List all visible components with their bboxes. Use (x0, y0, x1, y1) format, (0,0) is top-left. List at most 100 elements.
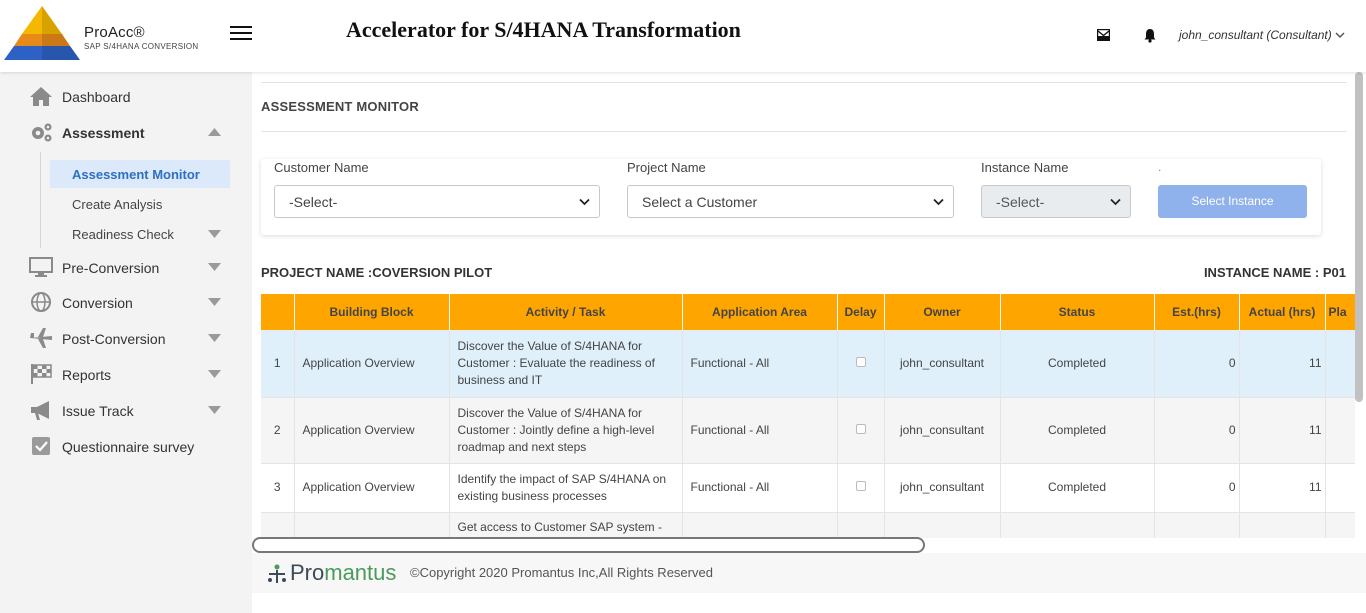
row-index: 3 (261, 463, 295, 513)
checkbox-icon (32, 437, 50, 455)
project-name-select[interactable]: Select a Customer (627, 185, 954, 218)
delay-cell (837, 397, 885, 464)
building-block-cell: Application Overview (294, 397, 450, 464)
sidebar-item-label: Conversion (62, 295, 133, 311)
planned-cell (1325, 330, 1355, 398)
pyramid-logo-icon (4, 6, 80, 60)
vertical-scrollbar[interactable] (1355, 72, 1363, 402)
table-row[interactable]: 3 Application Overview Identify the impa… (261, 463, 1355, 513)
globe-icon (31, 292, 51, 312)
gears-icon (32, 123, 52, 142)
logo-name: ProAcc® (84, 24, 145, 41)
monitor-icon (29, 257, 53, 277)
sidebar-item-post-conversion[interactable]: Post-Conversion (0, 323, 252, 353)
mail-icon[interactable] (1097, 29, 1110, 41)
sidebar-subitem-label: Readiness Check (72, 227, 174, 242)
column-header-index[interactable] (261, 294, 295, 330)
table-row[interactable]: Get access to Customer SAP system - (261, 512, 1355, 538)
flag-icon (31, 364, 52, 384)
delay-checkbox[interactable] (855, 481, 866, 491)
application-area-cell: Functional - All (682, 463, 838, 513)
building-block-cell: Application Overview (294, 463, 450, 513)
horizontal-scrollbar[interactable] (252, 537, 925, 553)
table-header-row: Building Block Activity / Task Applicati… (261, 294, 1355, 330)
sidebar-subitem-create-analysis[interactable]: Create Analysis (50, 190, 230, 218)
est-hrs-cell: 0 (1154, 397, 1240, 464)
delay-checkbox[interactable] (855, 423, 866, 434)
est-hrs-cell (1154, 512, 1240, 538)
user-menu[interactable]: john_consultant (Consultant) (1179, 28, 1332, 42)
instance-name-label: Instance Name (981, 160, 1069, 175)
column-header-application-area[interactable]: Application Area (682, 294, 838, 330)
proacc-logo[interactable]: ProAcc® SAP S/4HANA CONVERSION (2, 4, 202, 66)
column-header-owner[interactable]: Owner (884, 294, 1001, 330)
sidebar-item-label: Assessment (62, 125, 145, 141)
sidebar-item-label: Post-Conversion (62, 331, 166, 347)
planned-cell (1325, 463, 1355, 513)
column-header-building-block[interactable]: Building Block (294, 294, 450, 330)
activity-table-container[interactable]: Building Block Activity / Task Applicati… (261, 294, 1355, 538)
filter-panel: Customer Name -Select- Project Name Sele… (261, 159, 1321, 235)
actual-hrs-cell: 11 (1239, 463, 1326, 513)
placeholder-label: . (1158, 160, 1162, 174)
copyright-text: ©Copyright 2020 Promantus Inc,All Rights… (410, 565, 713, 580)
hamburger-menu-icon[interactable] (230, 26, 252, 42)
column-header-activity-task[interactable]: Activity / Task (449, 294, 683, 330)
instance-name-select[interactable]: -Select- (981, 185, 1131, 218)
delay-checkbox[interactable] (855, 356, 866, 367)
sidebar-item-conversion[interactable]: Conversion (0, 287, 252, 317)
sidebar-item-label: Pre-Conversion (62, 260, 160, 276)
application-area-cell (682, 512, 838, 538)
sidebar-subitem-label: Create Analysis (72, 197, 163, 212)
project-name-title: PROJECT NAME :COVERSION PILOT (261, 265, 493, 280)
home-icon (30, 87, 52, 106)
caret-down-icon (208, 370, 221, 378)
divider (261, 82, 1347, 83)
sidebar-item-assessment[interactable]: Assessment (0, 117, 252, 147)
sidebar-item-pre-conversion[interactable]: Pre-Conversion (0, 252, 252, 282)
column-header-est-hrs[interactable]: Est.(hrs) (1154, 294, 1240, 330)
customer-name-select[interactable]: -Select- (274, 185, 600, 218)
sidebar-subitem-label: Assessment Monitor (72, 167, 200, 182)
row-index: 1 (261, 330, 295, 398)
application-area-cell: Functional - All (682, 397, 838, 464)
bell-icon[interactable] (1143, 28, 1157, 43)
row-index: 2 (261, 397, 295, 464)
sidebar-item-label: Questionnaire survey (62, 439, 195, 455)
sidebar-item-issue-track[interactable]: Issue Track (0, 395, 252, 425)
table-row[interactable]: 2 Application Overview Discover the Valu… (261, 397, 1355, 464)
status-cell (1000, 512, 1155, 538)
chevron-down-icon[interactable] (1335, 31, 1345, 39)
sidebar-item-questionnaire-survey[interactable]: Questionnaire survey (0, 431, 252, 461)
owner-cell: john_consultant (884, 463, 1001, 513)
sidebar-subitem-assessment-monitor[interactable]: Assessment Monitor (50, 160, 230, 188)
column-header-planned[interactable]: Pla (1325, 294, 1355, 330)
sidebar-item-dashboard[interactable]: Dashboard (0, 81, 252, 111)
column-header-status[interactable]: Status (1000, 294, 1155, 330)
caret-down-icon (208, 298, 221, 306)
caret-down-icon (208, 230, 221, 238)
caret-up-icon (208, 128, 221, 136)
select-instance-button[interactable]: Select Instance (1158, 185, 1307, 218)
sidebar-item-label: Issue Track (62, 403, 134, 419)
project-name-value: Select a Customer (642, 194, 758, 210)
chevron-down-icon (1110, 198, 1121, 206)
caret-down-icon (208, 263, 221, 271)
activity-task-cell: Discover the Value of S/4HANA for Custom… (449, 330, 683, 398)
actual-hrs-cell: 11 (1239, 397, 1326, 464)
activity-table: Building Block Activity / Task Applicati… (261, 294, 1355, 538)
activity-task-cell: Get access to Customer SAP system - (449, 512, 683, 538)
logo-subtitle: SAP S/4HANA CONVERSION (84, 42, 199, 51)
actual-hrs-cell: 11 (1239, 330, 1326, 398)
caret-down-icon (208, 334, 221, 342)
column-header-delay[interactable]: Delay (837, 294, 885, 330)
column-header-actual-hrs[interactable]: Actual (hrs) (1239, 294, 1326, 330)
sidebar-item-reports[interactable]: Reports (0, 359, 252, 389)
table-row[interactable]: 1 Application Overview Discover the Valu… (261, 330, 1355, 398)
delay-cell (837, 512, 885, 538)
sidebar-subitem-readiness-check[interactable]: Readiness Check (50, 220, 230, 248)
activity-task-cell: Discover the Value of S/4HANA for Custom… (449, 397, 683, 464)
main-content: ASSESSMENT MONITOR Customer Name -Select… (252, 72, 1366, 613)
instance-name-title: INSTANCE NAME : P01 (1203, 265, 1346, 280)
owner-cell: john_consultant (884, 397, 1001, 464)
